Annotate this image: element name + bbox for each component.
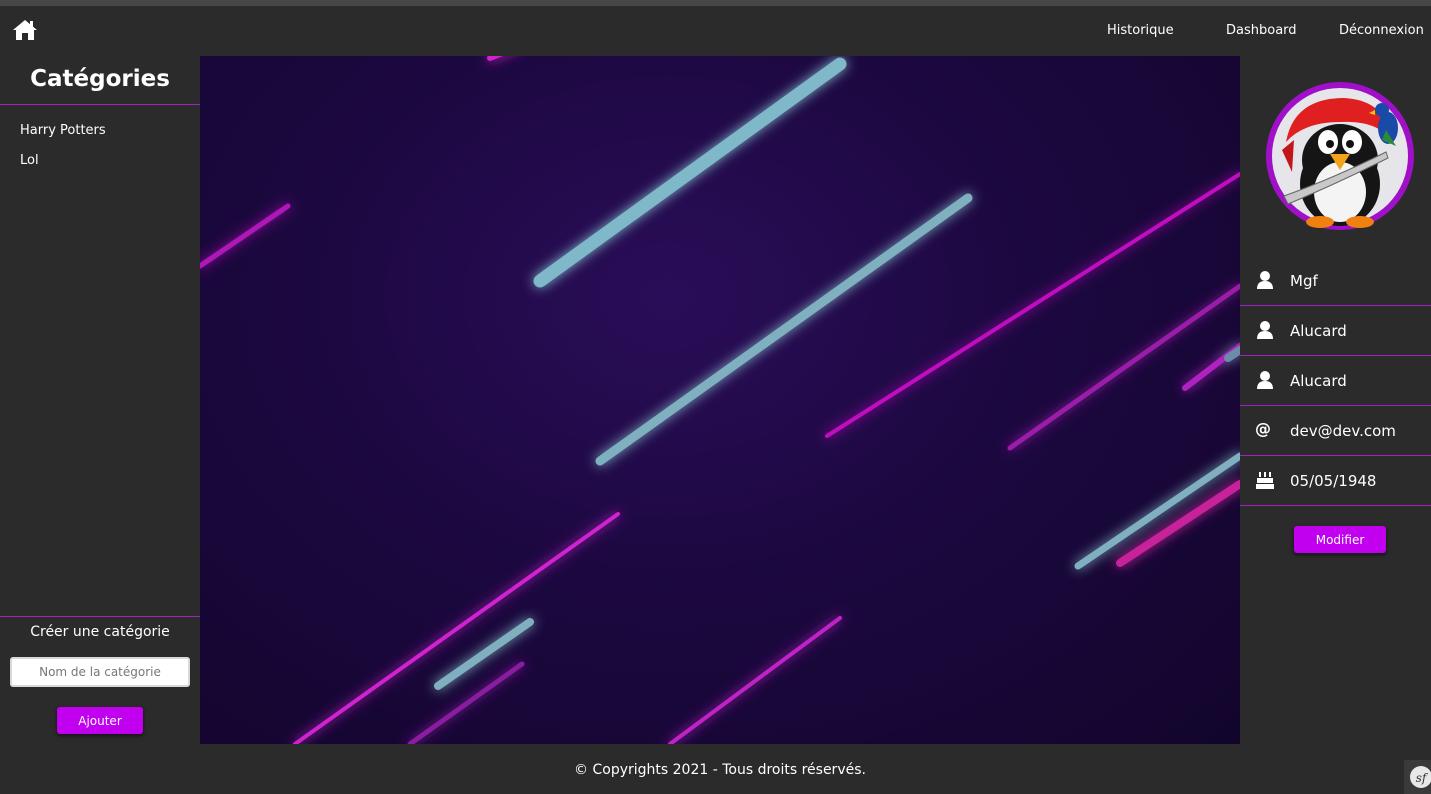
profile-value: Alucard bbox=[1290, 372, 1347, 390]
create-category-title: Créer une catégorie bbox=[30, 624, 170, 640]
home-icon[interactable] bbox=[12, 18, 38, 42]
copyright-text: © Copyrights 2021 - Tous droits réservés… bbox=[574, 762, 866, 778]
profile-row: @ dev@dev.com bbox=[1240, 406, 1431, 456]
navbar: Historique Dashboard Déconnexion bbox=[0, 6, 1431, 56]
symfony-icon[interactable]: sf bbox=[1404, 760, 1431, 794]
profile-value: dev@dev.com bbox=[1290, 422, 1396, 440]
at-icon: @ bbox=[1255, 419, 1271, 438]
main-background-image bbox=[200, 56, 1240, 744]
profile-row: Mgf bbox=[1240, 256, 1431, 306]
category-item[interactable]: Harry Potters bbox=[20, 123, 106, 138]
profile-row: Alucard bbox=[1240, 306, 1431, 356]
profile-value: Mgf bbox=[1290, 272, 1318, 290]
categories-sidebar: Catégories Harry Potters Lol Créer une c… bbox=[0, 56, 200, 744]
divider bbox=[0, 104, 200, 105]
nav-link-historique[interactable]: Historique bbox=[1107, 23, 1174, 38]
profile-value: 05/05/1948 bbox=[1290, 472, 1377, 490]
divider bbox=[0, 616, 200, 617]
user-icon bbox=[1255, 370, 1275, 390]
add-category-button[interactable]: Ajouter bbox=[57, 707, 143, 734]
modify-profile-button[interactable]: Modifier bbox=[1294, 526, 1386, 553]
footer: © Copyrights 2021 - Tous droits réservés… bbox=[0, 744, 1431, 794]
profile-row: 05/05/1948 bbox=[1240, 456, 1431, 506]
category-name-input[interactable] bbox=[10, 657, 190, 687]
profile-value: Alucard bbox=[1290, 322, 1347, 340]
profile-row: Alucard bbox=[1240, 356, 1431, 406]
category-item[interactable]: Lol bbox=[20, 153, 39, 168]
categories-title: Catégories bbox=[30, 66, 170, 92]
birthday-cake-icon bbox=[1255, 470, 1275, 490]
nav-link-deconnexion[interactable]: Déconnexion bbox=[1339, 23, 1424, 38]
user-icon bbox=[1255, 270, 1275, 290]
profile-panel: Mgf Alucard Alucard @ dev@dev.com 05/05/… bbox=[1240, 56, 1431, 744]
user-icon bbox=[1255, 320, 1275, 340]
nav-link-dashboard[interactable]: Dashboard bbox=[1226, 23, 1297, 38]
avatar bbox=[1264, 80, 1416, 232]
